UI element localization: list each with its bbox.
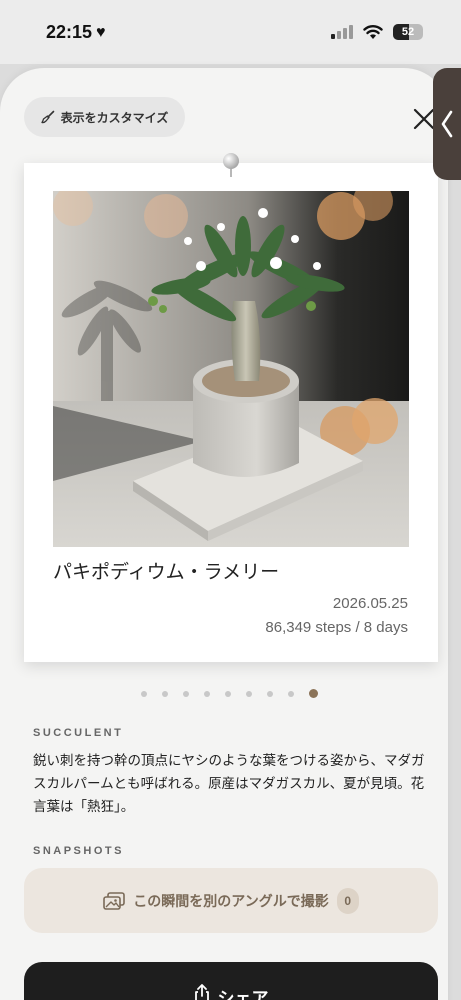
heart-icon: ♥ (96, 23, 106, 41)
plant-photo (53, 191, 409, 547)
page-dot-active[interactable] (309, 689, 318, 698)
page-dot[interactable] (162, 691, 168, 697)
pin-icon (223, 153, 239, 177)
page-dot[interactable] (204, 691, 210, 697)
customize-label: 表示をカスタマイズ (60, 110, 169, 125)
status-indicators: 52 (331, 24, 423, 40)
plant-description: 鋭い刺を持つ幹の頂点にヤシのような葉をつける姿から、マダガスカルパームとも呼ばれ… (33, 753, 425, 815)
page-indicator[interactable] (0, 689, 461, 698)
photos-icon (103, 891, 126, 910)
page-dot[interactable] (141, 691, 147, 697)
side-panel-handle[interactable] (433, 68, 461, 180)
signal-icon (331, 25, 353, 39)
share-button[interactable]: シェア (24, 962, 438, 1000)
take-snapshot-button[interactable]: この瞬間を別のアングルで撮影 0 (24, 868, 438, 933)
plant-card[interactable]: パキポディウム・ラメリー 2026.05.25 86,349 steps / 8… (24, 163, 438, 662)
page-dot[interactable] (288, 691, 294, 697)
page-dot[interactable] (183, 691, 189, 697)
status-time-text: 22:15 (46, 22, 93, 42)
page-dot[interactable] (225, 691, 231, 697)
wifi-icon (363, 25, 383, 39)
chevron-left-icon (441, 110, 453, 138)
battery-icon: 52 (393, 24, 423, 40)
snapshots-label: SNAPSHOTS (33, 845, 124, 857)
snapshot-button-label: この瞬間を別のアングルで撮影 (133, 893, 329, 910)
steps-days: 86,349 steps / 8 days (265, 619, 408, 636)
status-time: 22:15 ♥ (46, 22, 106, 43)
page-dot[interactable] (267, 691, 273, 697)
share-icon (194, 984, 209, 1000)
snapshot-count-badge: 0 (336, 887, 359, 914)
plant-name: パキポディウム・ラメリー (53, 561, 280, 583)
category-label: SUCCULENT (33, 727, 124, 739)
share-label: シェア (217, 989, 269, 1000)
status-bar: 22:15 ♥ 52 (0, 0, 461, 64)
brush-icon (41, 110, 54, 124)
page-dot[interactable] (246, 691, 252, 697)
battery-level: 52 (401, 26, 415, 38)
customize-display-button[interactable]: 表示をカスタマイズ (24, 97, 185, 137)
capture-date: 2026.05.25 (332, 595, 408, 612)
